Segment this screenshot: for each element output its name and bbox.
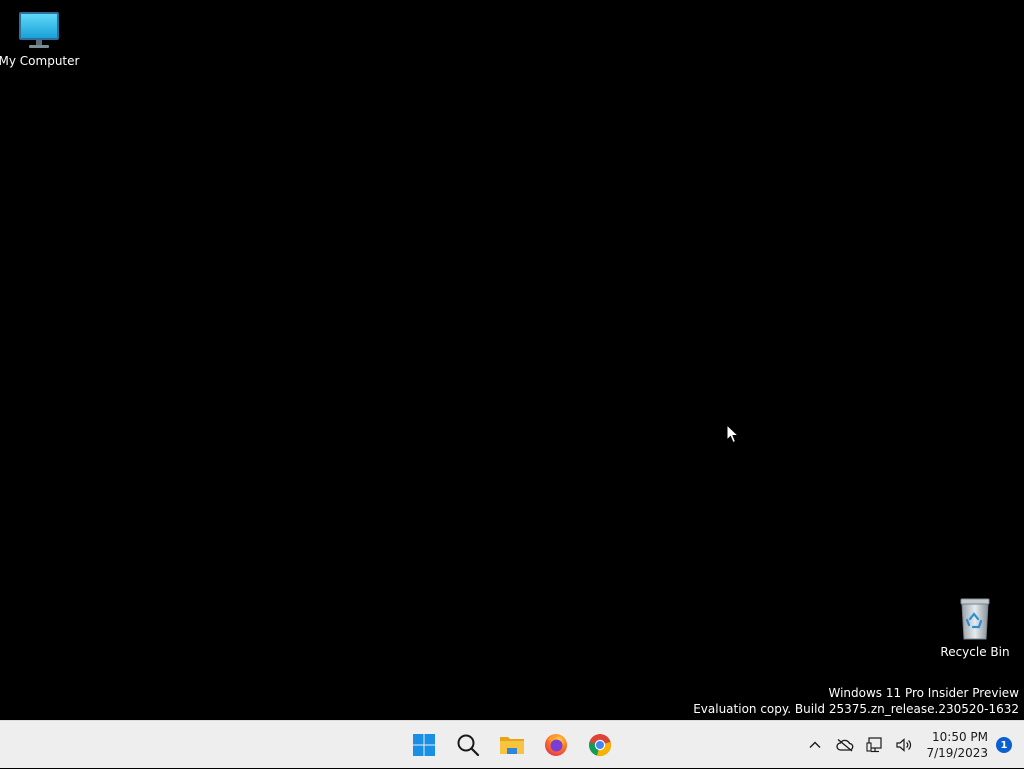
desktop-icon-recycle-bin[interactable]: Recycle Bin [935, 597, 1015, 659]
chrome-button[interactable] [578, 725, 622, 765]
chrome-icon [589, 734, 611, 756]
watermark-build: Evaluation copy. Build 25375.zn_release.… [693, 702, 1019, 716]
search-icon [457, 734, 480, 757]
desktop: My Computer Recycle Bin Windows 11 Pro I… [0, 0, 1024, 720]
desktop-icon-label: Recycle Bin [940, 645, 1010, 659]
windows-logo-icon [413, 734, 435, 756]
cloud-offline-icon [836, 738, 854, 752]
notification-badge[interactable]: 1 [996, 737, 1012, 753]
mouse-pointer-icon [726, 424, 740, 444]
clock[interactable]: 10:50 PM 7/19/2023 [920, 729, 996, 761]
network-button[interactable] [860, 725, 890, 765]
firefox-button[interactable] [534, 725, 578, 765]
windows-watermark: Windows 11 Pro Insider Preview Evaluatio… [693, 685, 1019, 717]
start-button[interactable] [402, 725, 446, 765]
taskbar: 10:50 PM 7/19/2023 1 [0, 720, 1024, 768]
monitor-icon [19, 12, 59, 48]
folder-icon [500, 737, 524, 754]
taskbar-apps [402, 721, 622, 769]
firefox-icon [545, 734, 567, 756]
desktop-icon-label: My Computer [0, 54, 80, 68]
volume-icon [896, 738, 912, 752]
volume-button[interactable] [890, 725, 920, 765]
clock-time: 10:50 PM [932, 730, 988, 744]
file-explorer-button[interactable] [490, 725, 534, 765]
desktop-icon-my-computer[interactable]: My Computer [0, 10, 79, 68]
onedrive-button[interactable] [830, 725, 860, 765]
recycle-bin-icon [960, 598, 990, 640]
watermark-edition: Windows 11 Pro Insider Preview [828, 686, 1019, 700]
chevron-up-icon [809, 741, 821, 748]
network-icon [866, 737, 883, 753]
show-hidden-icons-button[interactable] [800, 725, 830, 765]
system-tray: 10:50 PM 7/19/2023 1 [800, 721, 1024, 769]
clock-date: 7/19/2023 [926, 746, 988, 760]
search-button[interactable] [446, 725, 490, 765]
